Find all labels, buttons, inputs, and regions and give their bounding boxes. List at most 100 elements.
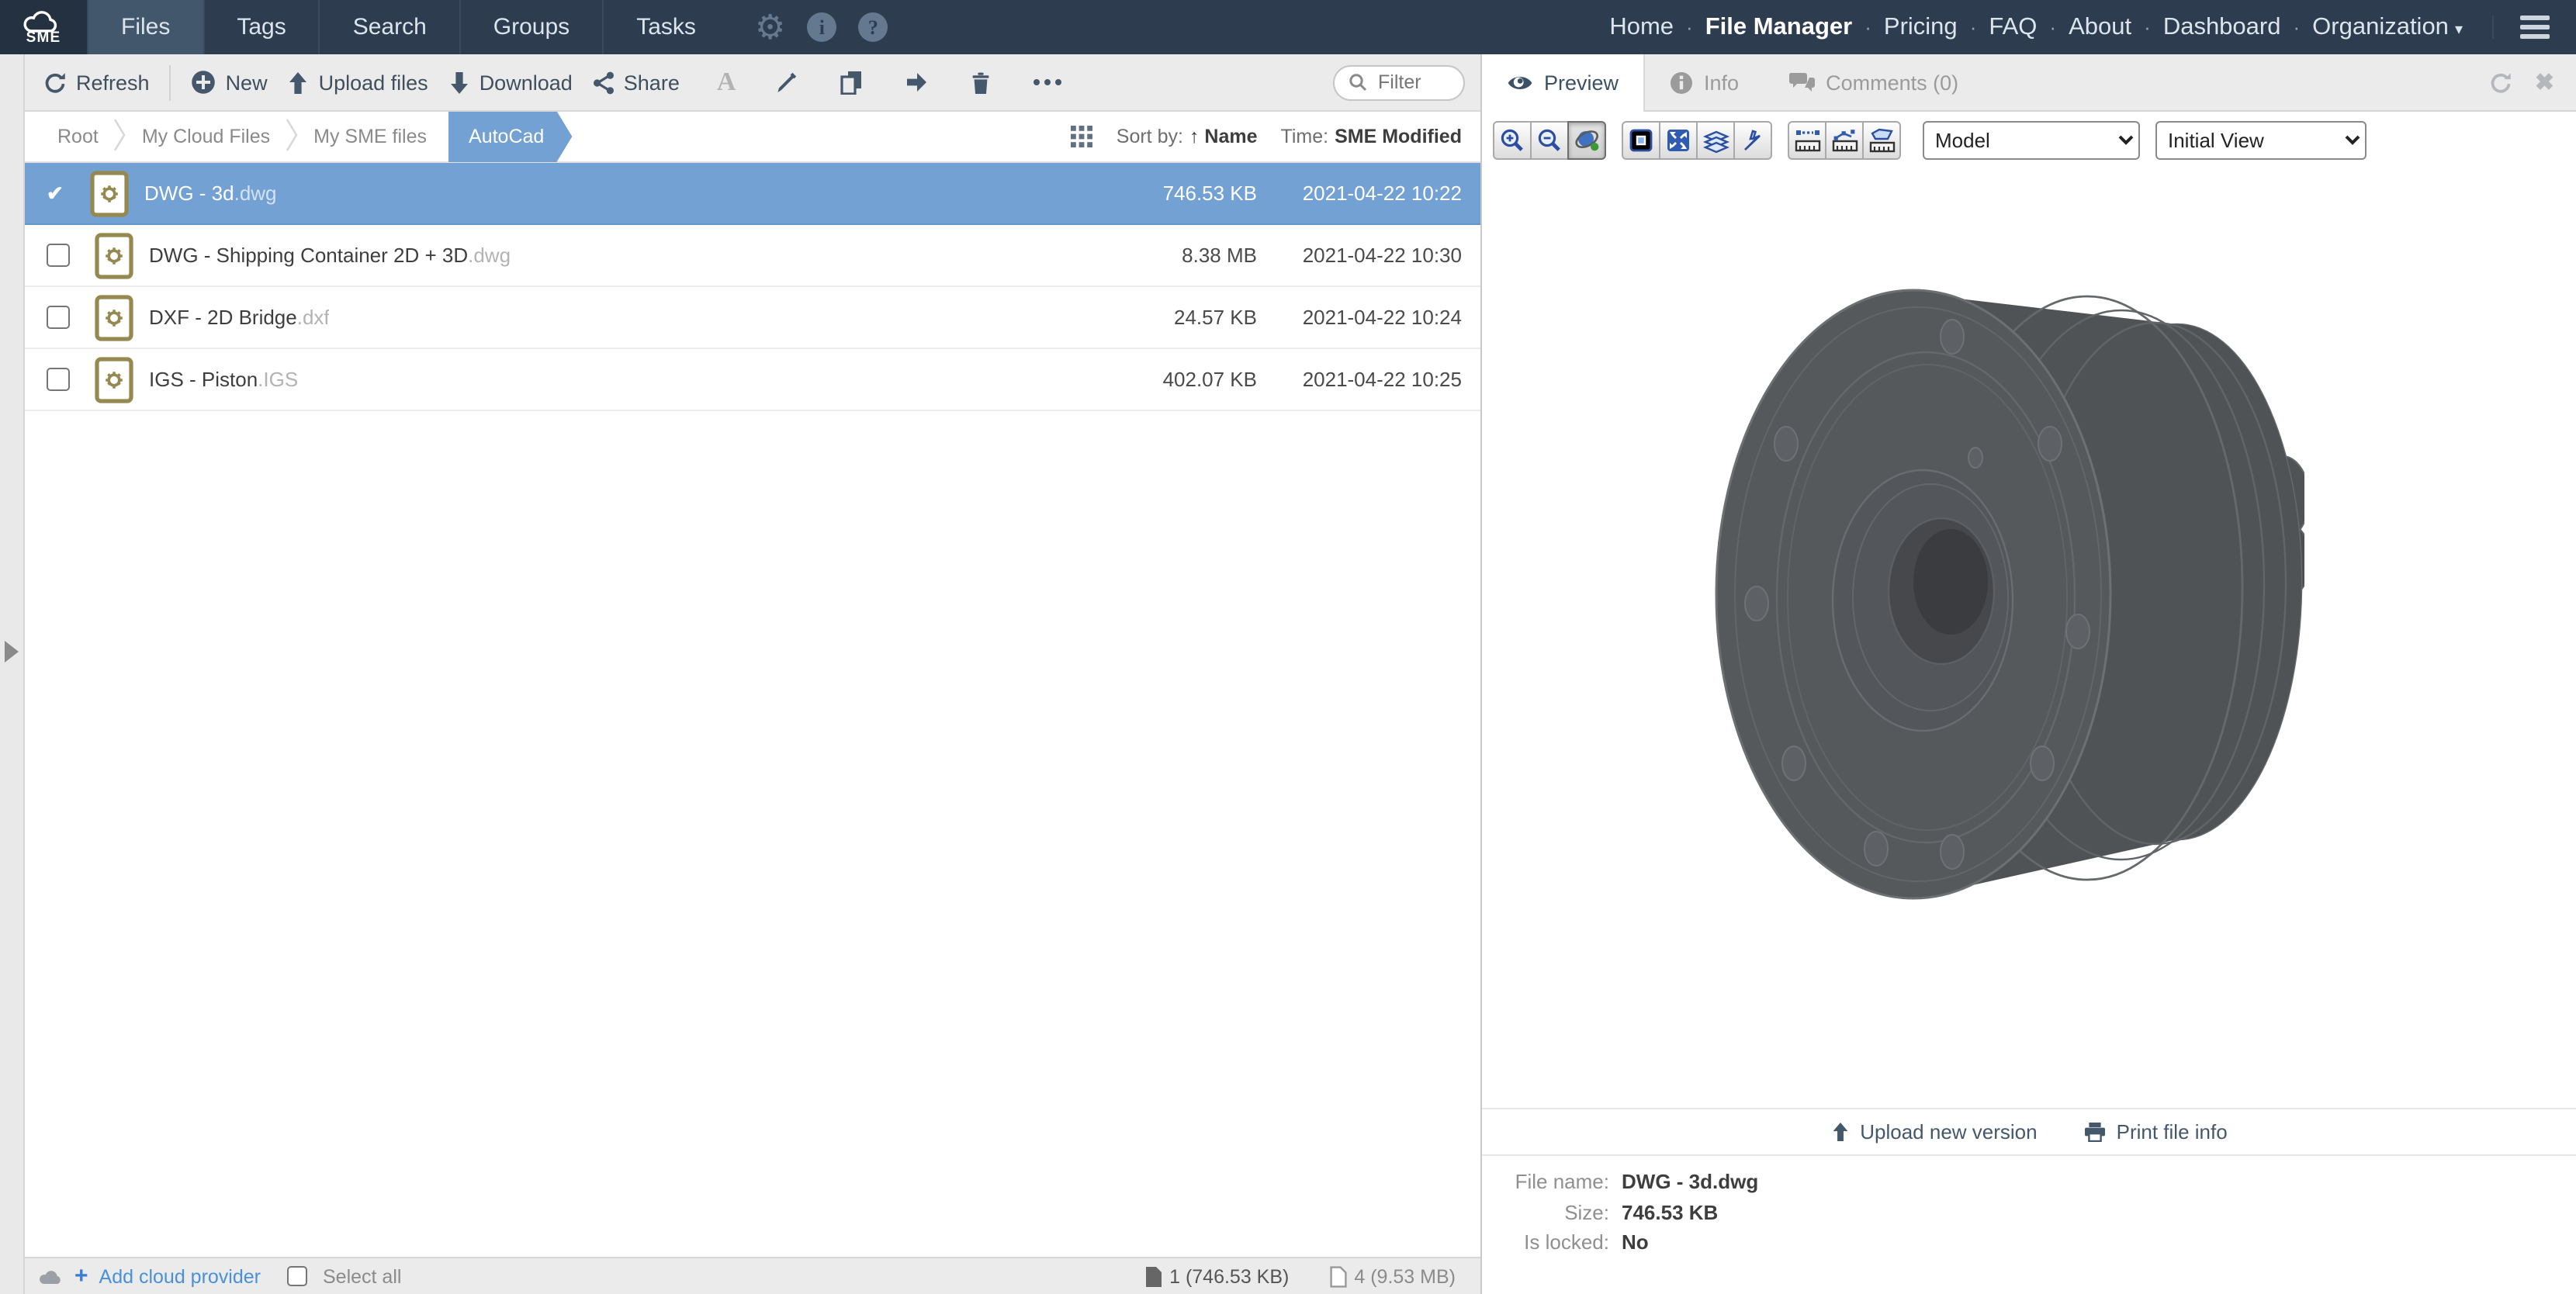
select-cursor-button[interactable] xyxy=(1733,121,1772,160)
tab-preview[interactable]: Preview xyxy=(1482,54,1645,112)
detail-value: No xyxy=(1622,1227,1649,1258)
upload-files-button[interactable]: Upload files xyxy=(288,71,428,94)
row-checkbox[interactable] xyxy=(47,306,70,329)
row-checkbox[interactable] xyxy=(47,244,70,267)
nav-dot: · xyxy=(1681,16,1698,39)
row-checkbox[interactable] xyxy=(47,368,70,391)
detail-label: File name: xyxy=(1482,1167,1609,1197)
trash-icon xyxy=(970,71,992,94)
zoom-in-button[interactable] xyxy=(1493,121,1532,160)
tab-info[interactable]: Info xyxy=(1645,54,1764,110)
measure-button-group xyxy=(1788,121,1901,160)
breadcrumb-bar: Root My Cloud Files My SME files AutoCad… xyxy=(25,112,1480,163)
share-label: Share xyxy=(624,71,680,94)
file-outline-icon xyxy=(1329,1265,1346,1287)
hamburger-menu-button[interactable] xyxy=(2492,15,2576,39)
new-button[interactable]: New xyxy=(192,70,268,95)
nav-tab-files[interactable]: Files xyxy=(87,0,203,54)
forward-arrow-icon xyxy=(905,71,928,93)
select-all-checkbox[interactable] xyxy=(287,1266,307,1286)
cad-toolbar: Model Initial View xyxy=(1493,121,2367,160)
detail-row-file-name: File name: DWG - 3d.dwg xyxy=(1482,1167,2576,1197)
print-file-info-label: Print file info xyxy=(2117,1120,2228,1143)
view-select[interactable]: Initial View xyxy=(2155,121,2367,160)
grid-view-icon[interactable] xyxy=(1072,126,1093,147)
help-icon[interactable]: ? xyxy=(858,12,888,42)
nav-link-file-manager[interactable]: File Manager xyxy=(1698,13,1861,41)
check-icon[interactable]: ✔ xyxy=(47,181,70,206)
nav-tab-groups[interactable]: Groups xyxy=(459,0,602,54)
edit-button[interactable] xyxy=(770,71,802,94)
more-actions-button[interactable] xyxy=(1029,79,1066,85)
tab-comments[interactable]: Comments (0) xyxy=(1764,54,1983,110)
detail-row-size: Size: 746.53 KB xyxy=(1482,1197,2576,1227)
zoom-out-button[interactable] xyxy=(1530,121,1569,160)
measure-distance-button[interactable] xyxy=(1788,121,1826,160)
file-row-dwg-3d[interactable]: ✔ DWG - 3d.dwg 746.53 KB 2021-04-22 10:2… xyxy=(25,163,1480,225)
copy-button[interactable] xyxy=(835,70,867,95)
breadcrumb-my-sme-files[interactable]: My SME files xyxy=(299,126,441,147)
tab-comments-label: Comments (0) xyxy=(1826,71,1958,94)
file-row-piston[interactable]: IGS - Piston.IGS 402.07 KB 2021-04-22 10… xyxy=(25,349,1480,411)
measure-points-button[interactable] xyxy=(1825,121,1864,160)
time-mode-control[interactable]: Time:SME Modified xyxy=(1281,126,1463,147)
nav-link-about[interactable]: About xyxy=(2061,13,2139,41)
filter-input[interactable] xyxy=(1375,70,1449,95)
file-extension: .dwg xyxy=(468,244,511,267)
file-row-shipping-container[interactable]: DWG - Shipping Container 2D + 3D.dwg 8.3… xyxy=(25,225,1480,287)
file-size: 746.53 KB xyxy=(1083,182,1257,205)
zoom-window-button[interactable] xyxy=(1622,121,1660,160)
nav-tab-tasks[interactable]: Tasks xyxy=(602,0,729,54)
nav-dot: · xyxy=(1965,16,1982,39)
cad-model-render[interactable] xyxy=(1715,268,2304,915)
sme-logo[interactable]: SME xyxy=(0,0,87,54)
nav-dot: · xyxy=(2045,16,2061,39)
nav-tab-tags[interactable]: Tags xyxy=(203,0,318,54)
breadcrumb-autocad-current[interactable]: AutoCad xyxy=(448,111,572,162)
expand-sidebar-arrow[interactable] xyxy=(5,641,19,663)
file-name: IGS - Piston.IGS xyxy=(149,368,298,391)
nav-link-dashboard[interactable]: Dashboard xyxy=(2155,13,2289,41)
file-name: DXF - 2D Bridge.dxf xyxy=(149,306,330,329)
share-button[interactable]: Share xyxy=(593,71,680,94)
file-filled-icon xyxy=(1144,1265,1162,1287)
nav-tab-label: Tasks xyxy=(636,14,696,40)
move-button[interactable] xyxy=(900,71,933,93)
breadcrumb-root[interactable]: Root xyxy=(43,126,113,147)
sidebar-rail xyxy=(0,54,25,1294)
nav-link-faq[interactable]: FAQ xyxy=(1981,13,2045,41)
upload-new-version-button[interactable]: Upload new version xyxy=(1830,1120,2037,1143)
format-text-button[interactable]: A xyxy=(712,67,741,98)
breadcrumb-my-cloud-files[interactable]: My Cloud Files xyxy=(128,126,284,147)
preview-refresh-icon[interactable] xyxy=(2490,71,2513,94)
new-plus-icon xyxy=(192,70,216,95)
nav-link-home[interactable]: Home xyxy=(1601,13,1681,41)
refresh-button[interactable]: Refresh xyxy=(43,71,150,94)
nav-tab-search[interactable]: Search xyxy=(319,0,459,54)
cad-file-icon xyxy=(90,170,129,216)
settings-gear-icon[interactable]: ⚙ xyxy=(755,12,785,42)
zoom-extents-button[interactable] xyxy=(1659,121,1698,160)
close-preview-icon[interactable]: ✖ xyxy=(2535,68,2554,96)
add-cloud-provider-link[interactable]: Add cloud provider xyxy=(99,1265,261,1287)
delete-button[interactable] xyxy=(965,71,996,94)
info-icon[interactable]: i xyxy=(807,12,836,42)
nav-link-organization[interactable]: Organization▾ xyxy=(2304,13,2470,41)
orbit-button[interactable] xyxy=(1567,121,1606,160)
nav-tab-label: Search xyxy=(353,14,427,40)
upload-arrow-icon xyxy=(1830,1122,1849,1142)
toolbar-separator xyxy=(170,64,171,100)
file-row-2d-bridge[interactable]: DXF - 2D Bridge.dxf 24.57 KB 2021-04-22 … xyxy=(25,287,1480,349)
layers-button[interactable] xyxy=(1696,121,1735,160)
sort-by-control[interactable]: Sort by:↑ Name xyxy=(1117,126,1258,147)
filter-box xyxy=(1333,64,1465,100)
nav-link-pricing[interactable]: Pricing xyxy=(1876,13,1965,41)
measure-area-button[interactable] xyxy=(1862,121,1901,160)
add-provider-plus-icon[interactable]: + xyxy=(74,1265,88,1288)
nav-tab-label: Groups xyxy=(493,14,570,40)
model-layout-select[interactable]: Model xyxy=(1923,121,2140,160)
download-button[interactable]: Download xyxy=(448,71,573,94)
zoom-button-group xyxy=(1493,121,1606,160)
sort-asc-icon: ↑ xyxy=(1189,126,1200,147)
print-file-info-button[interactable]: Print file info xyxy=(2084,1120,2228,1143)
